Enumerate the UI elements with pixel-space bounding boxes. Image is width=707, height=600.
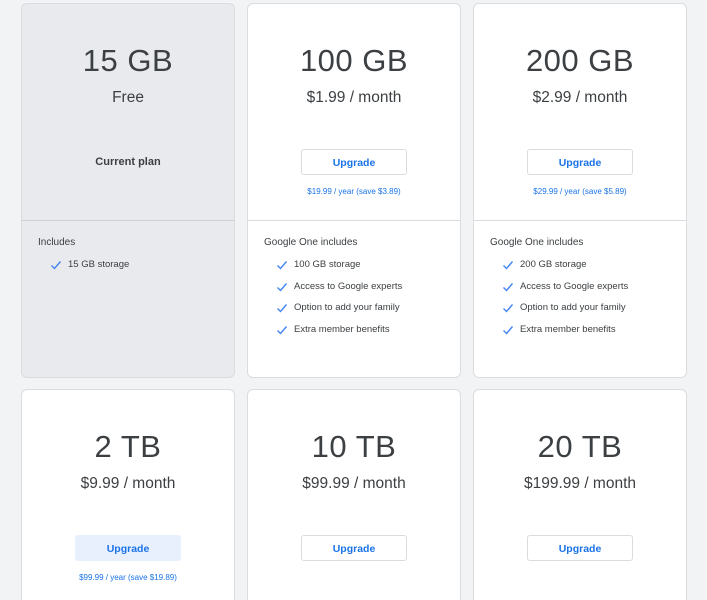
feature-item: Access to Google experts — [264, 281, 460, 303]
plan-price: Free — [112, 89, 144, 106]
plan-storage: 15 GB — [82, 43, 174, 78]
includes-title: Google One includes — [490, 237, 584, 248]
plan-storage: 100 GB — [299, 43, 409, 78]
check-icon — [502, 259, 514, 271]
feature-item: Extra member benefits — [264, 324, 460, 346]
feature-item: 200 GB storage — [490, 259, 686, 281]
plan-header: 200 GB $2.99 / month Upgrade $29.99 / ye… — [474, 4, 686, 220]
plan-card-20tb: 20 TB $199.99 / month Upgrade — [473, 389, 687, 600]
plan-includes: Google One includes 100 GB storage Acces… — [248, 221, 460, 377]
plan-storage: 200 GB — [525, 43, 635, 78]
plan-includes: Google One includes 200 GB storage Acces… — [474, 221, 686, 377]
plan-card-15gb: 15 GB Free Current plan Includes 15 GB s… — [21, 3, 235, 378]
plan-header: 15 GB Free Current plan — [22, 4, 234, 220]
plan-price: $2.99 / month — [532, 89, 628, 106]
plan-includes: Includes 15 GB storage — [22, 221, 234, 377]
feature-item: Option to add your family — [490, 302, 686, 324]
upgrade-button[interactable]: Upgrade — [527, 535, 633, 561]
plan-header: 100 GB $1.99 / month Upgrade $19.99 / ye… — [248, 4, 460, 220]
plan-storage: 20 TB — [537, 429, 623, 464]
feature-item: 15 GB storage — [38, 259, 234, 281]
plan-price: $9.99 / month — [80, 475, 176, 492]
yearly-price-link[interactable]: $19.99 / year (save $3.89) — [248, 187, 460, 196]
plan-price: $1.99 / month — [306, 89, 402, 106]
feature-item: Extra member benefits — [490, 324, 686, 346]
plan-header: 10 TB $99.99 / month Upgrade — [248, 390, 460, 600]
current-plan-label: Current plan — [95, 156, 161, 168]
upgrade-button[interactable]: Upgrade — [301, 149, 407, 175]
check-icon — [50, 259, 62, 271]
upgrade-button[interactable]: Upgrade — [301, 535, 407, 561]
plan-price: $99.99 / month — [302, 475, 406, 492]
check-icon — [502, 281, 514, 293]
plans-grid: 15 GB Free Current plan Includes 15 GB s… — [0, 0, 707, 600]
upgrade-button[interactable]: Upgrade — [527, 149, 633, 175]
plan-card-100gb: 100 GB $1.99 / month Upgrade $19.99 / ye… — [247, 3, 461, 378]
check-icon — [276, 302, 288, 314]
feature-label: Access to Google experts — [294, 280, 403, 292]
includes-title: Google One includes — [264, 237, 358, 248]
plan-card-200gb: 200 GB $2.99 / month Upgrade $29.99 / ye… — [473, 3, 687, 378]
feature-label: 200 GB storage — [520, 259, 587, 270]
feature-label: Access to Google experts — [520, 280, 629, 292]
feature-label: Option to add your family — [520, 302, 626, 313]
plan-card-2tb: 2 TB $9.99 / month Upgrade $99.99 / year… — [21, 389, 235, 600]
upgrade-button[interactable]: Upgrade — [75, 535, 181, 561]
check-icon — [276, 324, 288, 336]
plan-header: 20 TB $199.99 / month Upgrade — [474, 390, 686, 600]
plan-card-10tb: 10 TB $99.99 / month Upgrade — [247, 389, 461, 600]
includes-title: Includes — [38, 237, 76, 248]
check-icon — [276, 281, 288, 293]
yearly-price-link[interactable]: $99.99 / year (save $19.89) — [22, 573, 234, 582]
feature-label: Extra member benefits — [294, 323, 390, 335]
plan-storage: 2 TB — [94, 429, 162, 464]
feature-item: Access to Google experts — [490, 281, 686, 303]
feature-label: Option to add your family — [294, 302, 400, 313]
feature-label: 15 GB storage — [68, 259, 130, 270]
feature-item: 100 GB storage — [264, 259, 460, 281]
check-icon — [502, 302, 514, 314]
check-icon — [502, 324, 514, 336]
plan-header: 2 TB $9.99 / month Upgrade $99.99 / year… — [22, 390, 234, 600]
feature-item: Option to add your family — [264, 302, 460, 324]
feature-label: Extra member benefits — [520, 323, 616, 335]
plan-storage: 10 TB — [311, 429, 397, 464]
check-icon — [276, 259, 288, 271]
yearly-price-link[interactable]: $29.99 / year (save $5.89) — [474, 187, 686, 196]
plan-price: $199.99 / month — [523, 475, 637, 492]
feature-label: 100 GB storage — [294, 259, 361, 270]
